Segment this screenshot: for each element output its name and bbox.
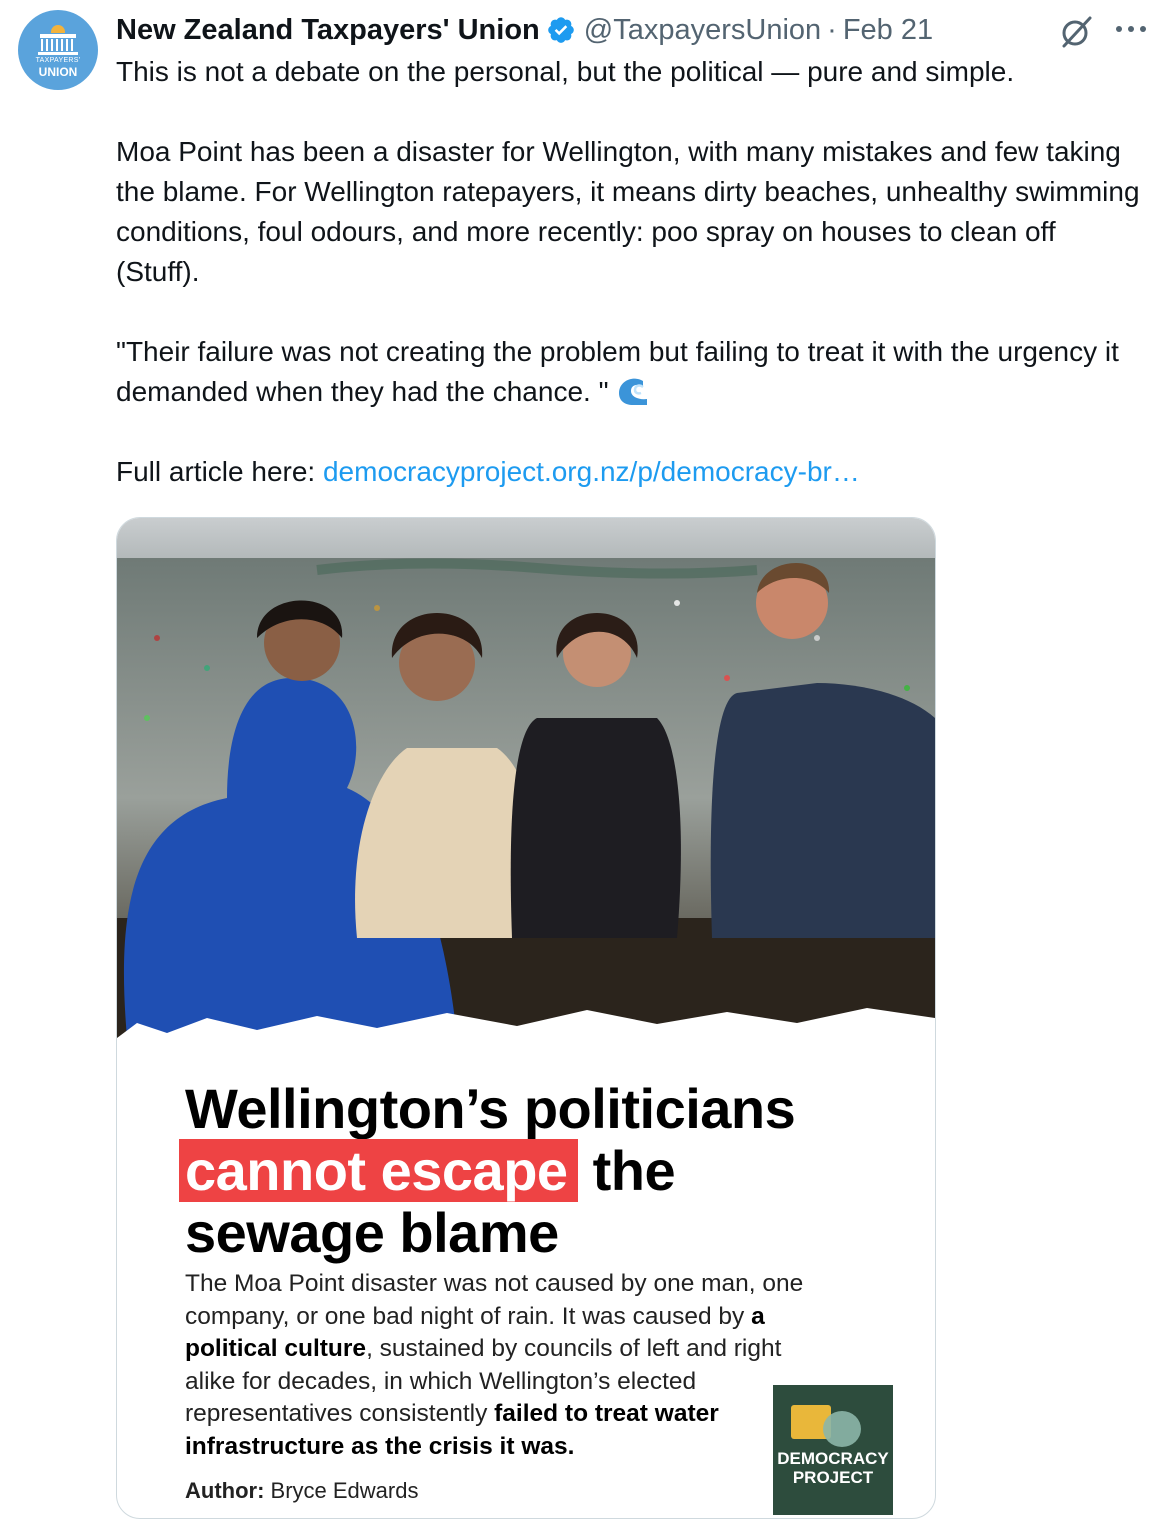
separator-dot: · xyxy=(827,13,837,46)
verified-badge-icon[interactable] xyxy=(546,15,576,45)
headline-line-3: sewage blame xyxy=(185,1201,559,1264)
card-headline: Wellington’s politicians cannot escape t… xyxy=(179,1077,905,1264)
author-name[interactable]: New Zealand Taxpayers' Union xyxy=(116,14,540,47)
logo-text-line2: PROJECT xyxy=(792,1468,874,1487)
headline-line-2-rest: the xyxy=(577,1139,676,1202)
tweet-date[interactable]: Feb 21 xyxy=(843,14,933,47)
avatar-text-line1: TAXPAYERS' xyxy=(35,57,81,64)
logo-text: DEMOCRACY PROJECT xyxy=(773,1449,893,1487)
headline-line-2: cannot escape the xyxy=(179,1139,905,1202)
more-icon[interactable] xyxy=(1114,22,1148,36)
author-value: Bryce Edwards xyxy=(264,1478,419,1503)
logo-text-line1: DEMOCRACY xyxy=(777,1449,889,1468)
grok-icon[interactable] xyxy=(1058,14,1094,50)
speech-bubble-teal-shape xyxy=(823,1411,861,1447)
author-label: Author: xyxy=(185,1478,265,1503)
article-link[interactable]: democracyproject.org.nz/p/democracy-br… xyxy=(323,456,860,487)
link-prefix: Full article here: xyxy=(116,456,323,487)
headline-highlight: cannot escape xyxy=(179,1139,578,1202)
card-excerpt: The Moa Point disaster was not caused by… xyxy=(185,1268,825,1463)
parliament-roof-shape xyxy=(40,34,76,38)
headline-line-1: Wellington’s politicians xyxy=(185,1077,796,1140)
avatar[interactable]: TAXPAYERS' UNION xyxy=(18,10,98,90)
parliament-columns-shape xyxy=(41,39,75,51)
tweet-link-line: Full article here: democracyproject.org.… xyxy=(116,452,1146,492)
tweet-paragraph-1: This is not a debate on the personal, bu… xyxy=(116,56,1015,87)
card-author: Author: Bryce Edwards xyxy=(185,1478,418,1504)
article-photo[interactable] xyxy=(117,518,935,1078)
tweet-header: New Zealand Taxpayers' Union @TaxpayersU… xyxy=(116,12,933,48)
excerpt-text-1: The Moa Point disaster was not caused by… xyxy=(185,1270,804,1330)
tweet-paragraph-2: Moa Point has been a disaster for Wellin… xyxy=(116,136,1148,287)
parliament-base-shape xyxy=(38,52,78,55)
tweet-paragraph-3: "Their failure was not creating the prob… xyxy=(116,332,1146,412)
wave-emoji xyxy=(618,378,647,405)
parliament-dome-shape xyxy=(51,25,65,33)
author-handle[interactable]: @TaxpayersUnion xyxy=(584,14,821,47)
democracy-project-logo: DEMOCRACY PROJECT xyxy=(773,1385,893,1515)
media-card[interactable]: Wellington’s politicians cannot escape t… xyxy=(116,517,936,1519)
avatar-text-line2: UNION xyxy=(38,65,78,79)
tweet-text: This is not a debate on the personal, bu… xyxy=(116,52,1146,532)
